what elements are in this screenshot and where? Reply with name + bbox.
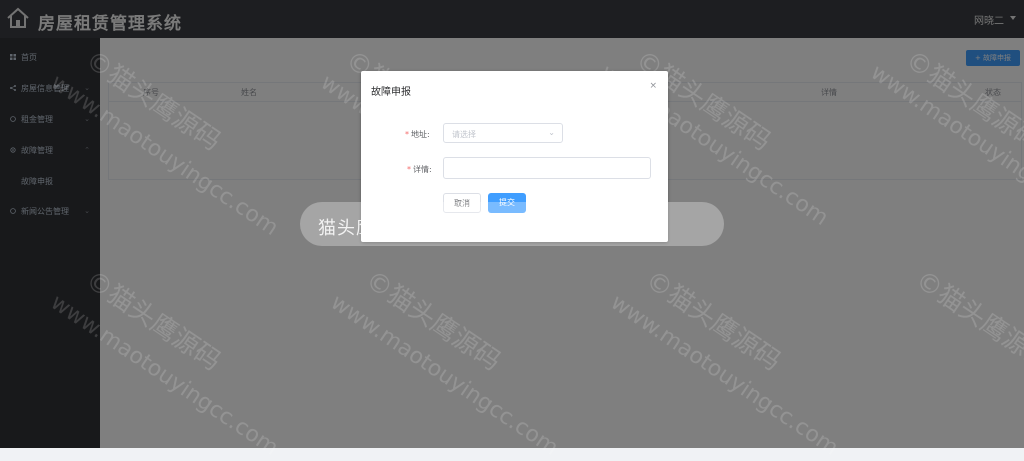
address-label: * 地址:	[405, 130, 430, 139]
watermark-band-text: 猫头鹰源码 maotouyingcc.com	[318, 218, 608, 239]
dialog-title: 故障申报	[371, 87, 411, 98]
address-placeholder: 请选择	[452, 130, 476, 139]
chevron-down-icon: ⌄	[548, 128, 555, 137]
close-icon[interactable]: ×	[649, 81, 657, 91]
address-select[interactable]: 请选择 ⌄	[443, 123, 563, 143]
detail-input[interactable]	[443, 157, 651, 179]
detail-label: * 详情:	[407, 165, 432, 174]
